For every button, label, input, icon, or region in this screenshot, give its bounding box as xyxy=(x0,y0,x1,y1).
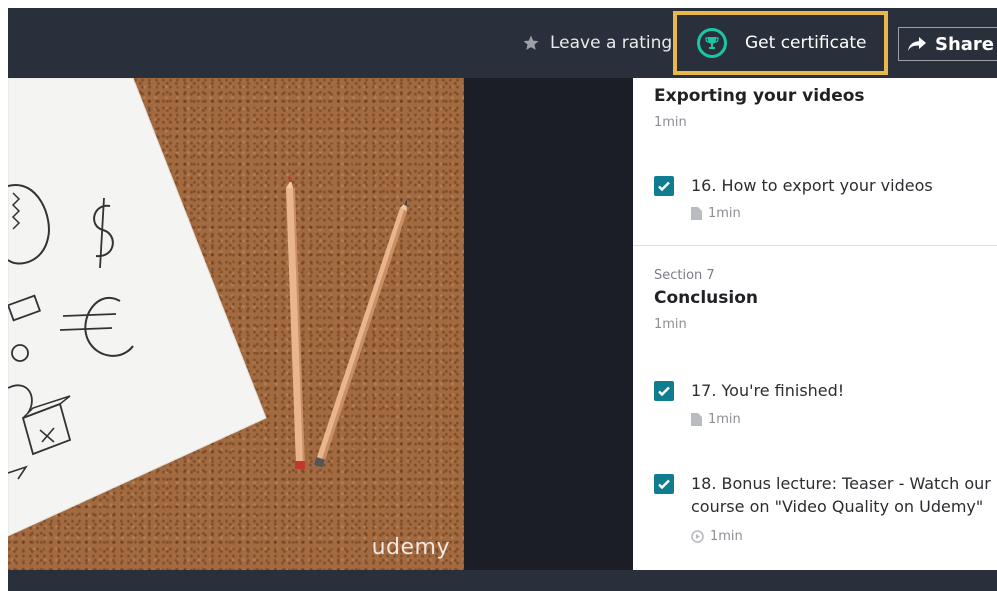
checkmark-icon xyxy=(658,386,670,397)
share-arrow-icon xyxy=(908,37,926,51)
section-divider xyxy=(633,245,997,246)
top-bar: Leave a rating Get certificate Share xyxy=(8,8,997,78)
checkbox-checked[interactable] xyxy=(654,474,674,494)
trophy-icon xyxy=(697,28,727,58)
udemy-watermark: udemy xyxy=(371,535,450,560)
lecture-title: 18. Bonus lecture: Teaser - Watch our co… xyxy=(691,474,991,516)
lecture-title: 16. How to export your videos xyxy=(691,176,933,195)
course-content-sidebar: Exporting your videos 1min 16. How to ex… xyxy=(633,78,997,570)
video-player[interactable]: udemy xyxy=(8,78,464,570)
leave-rating-button[interactable]: Leave a rating xyxy=(522,8,672,78)
lecture-meta: 1min xyxy=(691,529,743,544)
play-circle-icon xyxy=(691,530,704,543)
share-button[interactable]: Share xyxy=(898,27,997,61)
checkbox-checked[interactable] xyxy=(654,381,674,401)
file-icon xyxy=(691,413,702,426)
section-duration: 1min xyxy=(654,317,687,332)
section-header-7[interactable]: Section 7 Conclusion 1min xyxy=(654,268,984,332)
video-scene-illustration xyxy=(8,78,407,537)
section-title: Conclusion xyxy=(654,288,758,308)
section-title: Exporting your videos xyxy=(654,86,865,106)
section-duration: 1min xyxy=(654,115,687,130)
course-player: Leave a rating Get certificate Share ude… xyxy=(8,8,997,591)
lecture-duration: 1min xyxy=(710,529,743,544)
section-header-6[interactable]: Exporting your videos 1min xyxy=(654,86,984,130)
lecture-duration: 1min xyxy=(708,412,741,427)
checkbox-checked[interactable] xyxy=(654,176,674,196)
checkmark-icon xyxy=(658,479,670,490)
checkmark-icon xyxy=(658,181,670,192)
leave-rating-label: Leave a rating xyxy=(550,33,673,53)
player-control-bar xyxy=(8,570,997,591)
lecture-meta: 1min xyxy=(691,206,741,221)
get-certificate-label: Get certificate xyxy=(745,33,867,53)
video-letterbox xyxy=(464,78,633,570)
share-label: Share xyxy=(935,33,995,55)
file-icon xyxy=(691,207,702,220)
star-icon xyxy=(523,35,539,50)
lecture-title: 17. You're finished! xyxy=(691,381,845,400)
lecture-duration: 1min xyxy=(708,206,741,221)
get-certificate-button[interactable]: Get certificate xyxy=(673,11,888,75)
lecture-meta: 1min xyxy=(691,412,741,427)
section-number: Section 7 xyxy=(654,268,715,283)
